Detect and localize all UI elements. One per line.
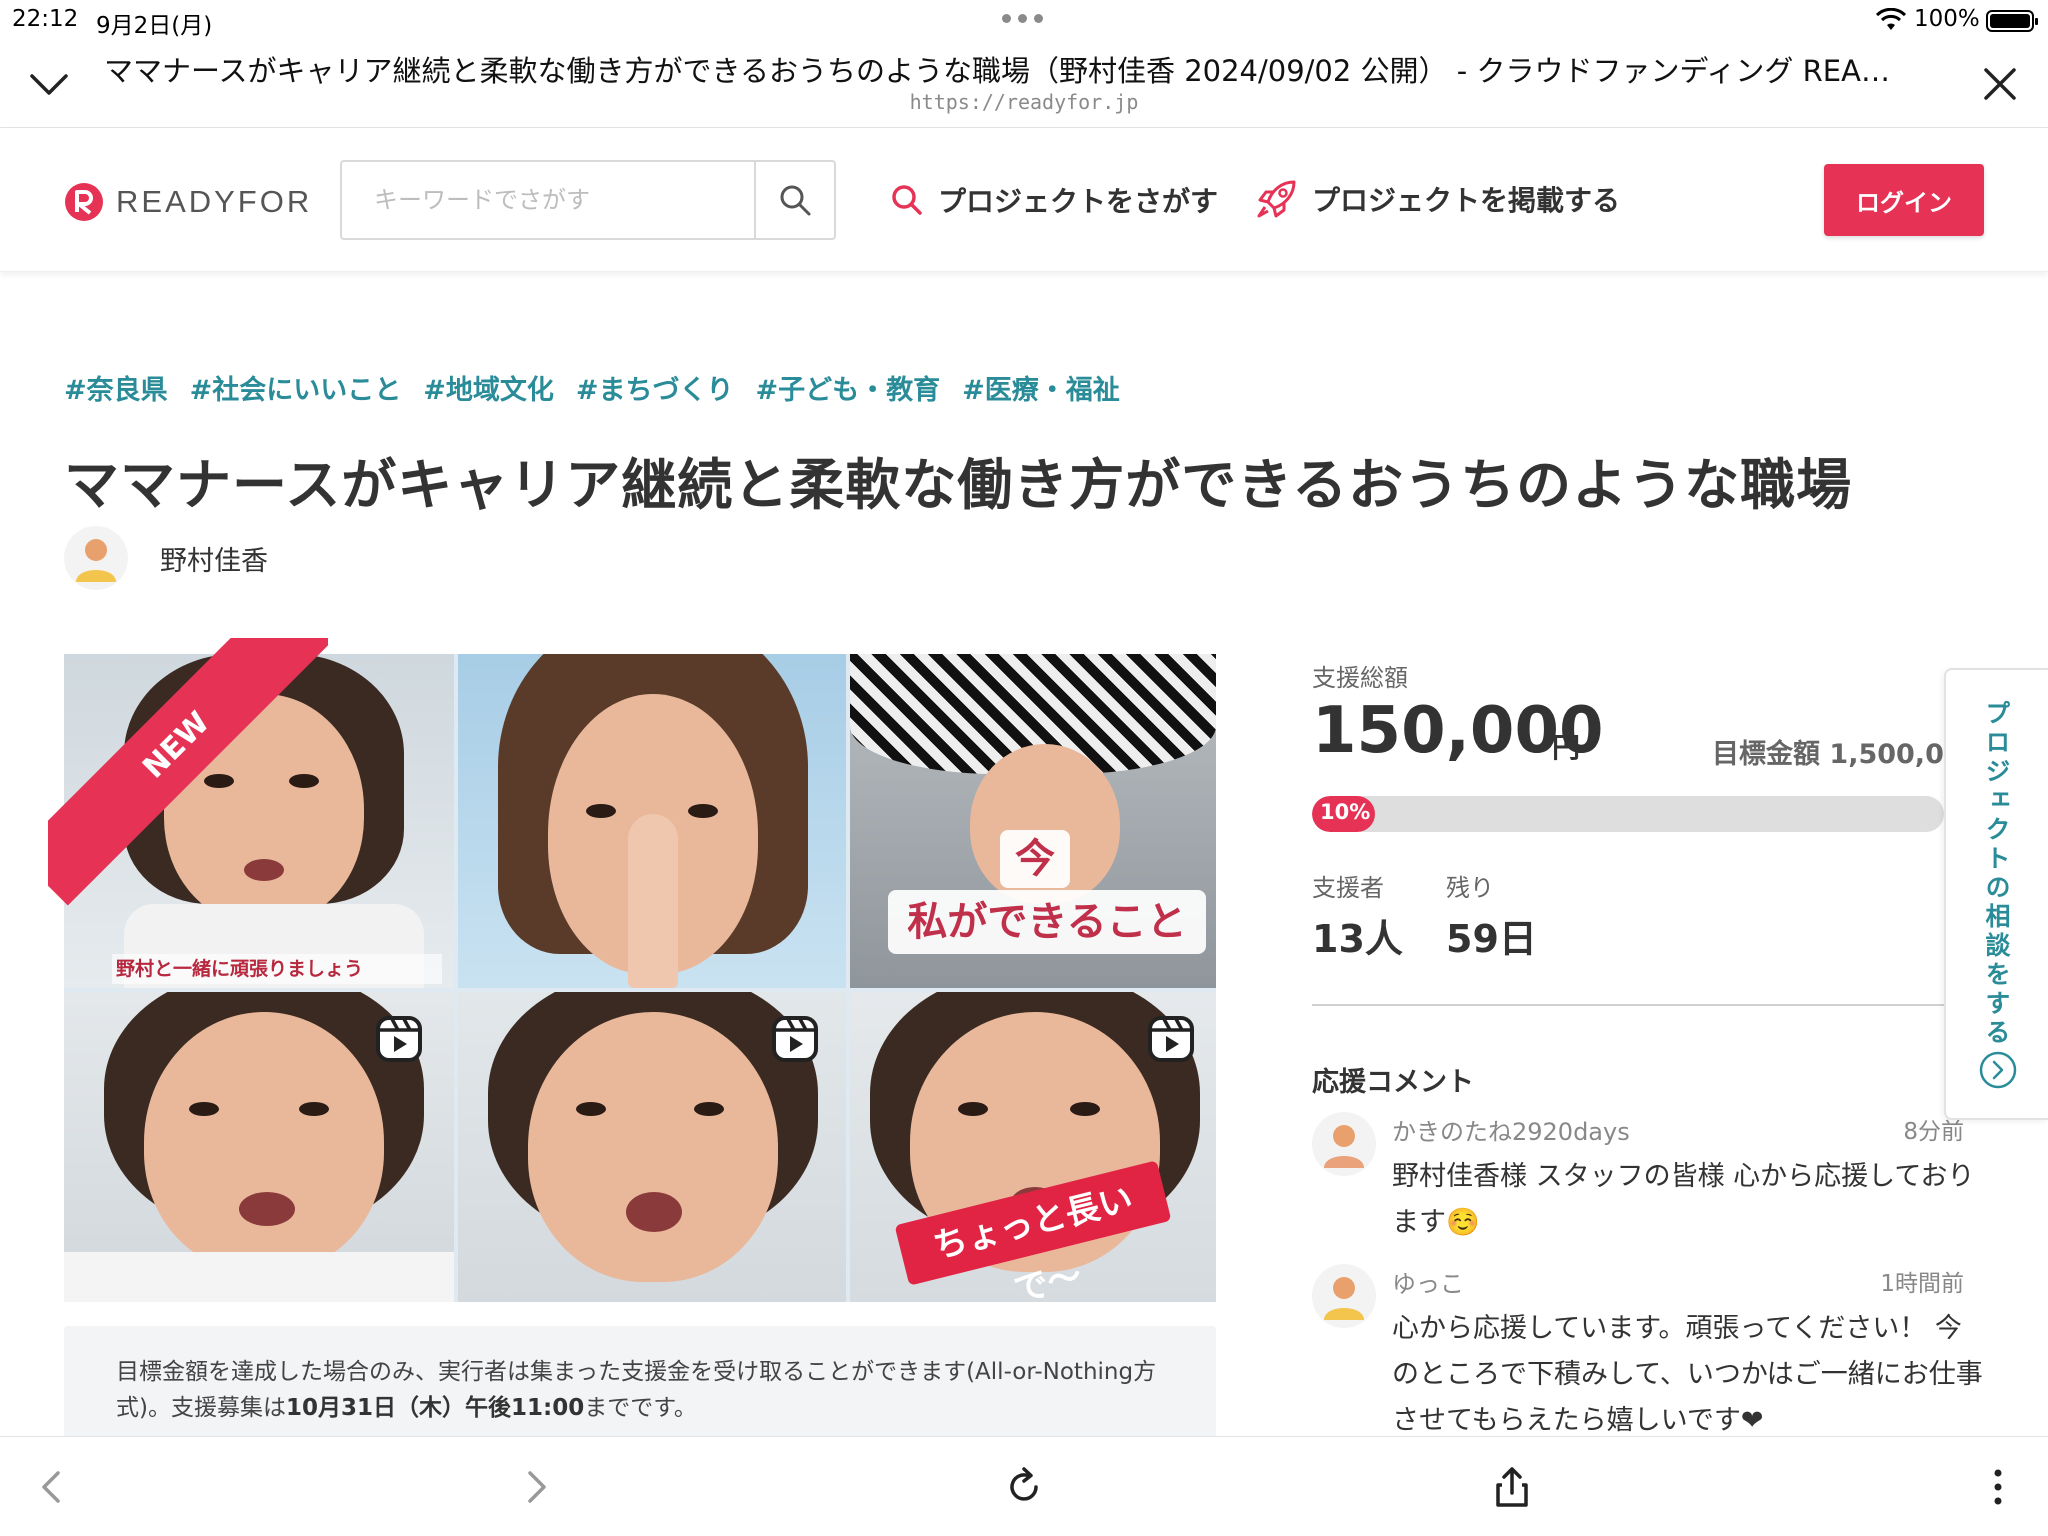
search-box — [340, 160, 836, 240]
avatar — [1312, 1112, 1376, 1176]
consult-label: プロジェクトの相談をする — [1982, 700, 2011, 1048]
tag-link[interactable]: #奈良県 — [64, 368, 168, 407]
battery-percent: 100% — [1914, 6, 1980, 32]
readyfor-logo-mark-icon — [65, 183, 103, 221]
circle-arrow-right-icon — [1979, 1051, 2017, 1089]
divider — [1312, 1004, 1944, 1006]
comment-item[interactable]: ゆっこ 1時間前 心から応援しています。頑張ってください！ 今のところで下積みし… — [1312, 1264, 1984, 1436]
video-reel-icon — [376, 1016, 422, 1062]
wifi-icon — [1876, 8, 1906, 30]
collage-tile: 今 私ができること — [850, 654, 1216, 988]
comment-item[interactable]: かきのたね2920days 8分前 野村佳香様 スタッフの皆様 心から応援してお… — [1312, 1112, 1984, 1262]
tag-link[interactable]: #地域文化 — [423, 368, 554, 407]
video-reel-icon — [772, 1016, 818, 1062]
close-icon[interactable] — [1978, 62, 2022, 106]
collage-tile: ちょっと長いで〜 — [850, 992, 1216, 1302]
tag-link[interactable]: #医療・福祉 — [962, 368, 1120, 407]
image-caption: 今 — [1000, 830, 1070, 888]
status-time: 22:12 — [12, 6, 79, 32]
image-caption: 私ができること — [888, 890, 1206, 954]
collage-tile — [458, 992, 846, 1302]
readyfor-logo[interactable]: READYFOR — [64, 182, 312, 222]
url-text[interactable]: https://readyfor.jp — [0, 90, 2048, 114]
more-icon[interactable] — [1974, 1463, 2022, 1511]
progress-percent: 10% — [1320, 800, 1371, 824]
new-badge: NEW — [48, 638, 328, 906]
user-icon — [1324, 1125, 1364, 1168]
rocket-icon — [1257, 180, 1296, 218]
tag-link[interactable]: #まちづくり — [576, 368, 734, 407]
search-icon — [892, 185, 922, 215]
login-button[interactable]: ログイン — [1824, 164, 1984, 236]
tag-link[interactable]: #社会にいいこと — [190, 368, 402, 407]
nav-find-label: プロジェクトをさがす — [938, 185, 1219, 218]
goal-label: 目標金額 — [1712, 739, 1820, 770]
remaining-label: 残り — [1446, 874, 1494, 902]
page-title-bar: ママナースがキャリア継続と柔軟な働き方ができるおうちのような職場（野村佳香 20… — [104, 54, 1890, 88]
comment-user[interactable]: かきのたね2920days — [1392, 1112, 1630, 1147]
comment-user[interactable]: ゆっこ — [1392, 1264, 1464, 1299]
user-icon — [76, 539, 116, 582]
nav-post-project[interactable]: プロジェクトを掲載する — [1256, 178, 1620, 220]
browser-bar: ママナースがキャリア継続と柔軟な働き方ができるおうちのような職場（野村佳香 20… — [0, 40, 2048, 128]
avatar — [64, 526, 128, 590]
remaining-days: 59日 — [1446, 917, 1537, 961]
amount-unit: 円 — [1552, 731, 1581, 764]
user-icon — [1324, 1277, 1364, 1320]
search-input[interactable] — [342, 162, 754, 238]
supporters-count: 13人 — [1312, 917, 1403, 961]
comments-heading: 応援コメント — [1312, 1067, 1474, 1098]
consult-side-tab[interactable]: プロジェクトの相談をする — [1944, 668, 2048, 1120]
tag-link[interactable]: #子ども・教育 — [756, 368, 941, 407]
notice-deadline: 10月31日（木）午後11:00 — [285, 1395, 585, 1421]
progress-bar — [1312, 796, 1944, 832]
search-icon — [780, 185, 811, 216]
nav-post-label: プロジェクトを掲載する — [1312, 184, 1621, 217]
back-icon[interactable] — [28, 1463, 76, 1511]
project-owner[interactable]: 野村佳香 — [64, 526, 268, 590]
collage-tile — [64, 992, 454, 1302]
forward-icon[interactable] — [512, 1463, 560, 1511]
browser-toolbar — [0, 1436, 2048, 1536]
status-bar: 22:12 9月2日(月) 100% — [0, 0, 2048, 40]
site-header: READYFOR プロジェクトをさがす プロジェクトを掲載する ログイン — [0, 128, 2048, 272]
notice-text-end: までです。 — [584, 1395, 697, 1421]
comment-text: 心から応援しています。頑張ってください！ 今のところで下積みして、いつかはご一緒… — [1392, 1313, 1983, 1436]
avatar — [1312, 1264, 1376, 1328]
video-reel-icon — [1148, 1016, 1194, 1062]
goal-value: 1,500,000円 — [1829, 739, 1944, 770]
new-ribbon: NEW — [48, 638, 328, 918]
share-icon[interactable] — [1488, 1463, 1536, 1511]
total-label: 支援総額 — [1312, 664, 1408, 692]
status-date: 9月2日(月) — [96, 13, 213, 39]
collage-tile — [458, 654, 846, 988]
nav-find-projects[interactable]: プロジェクトをさがす — [890, 180, 1218, 220]
goal-amount: 目標金額 1,500,000円 — [1712, 732, 1944, 771]
project-title: ママナースがキャリア継続と柔軟な働き方ができるおうちのような職場 — [64, 453, 1853, 517]
comment-time: 1時間前 — [1880, 1271, 1964, 1297]
comment-text: 野村佳香様 スタッフの皆様 心から応援しております☺️ — [1392, 1161, 1975, 1238]
logo-text: READYFOR — [116, 184, 313, 219]
battery-icon — [1986, 10, 2038, 32]
search-button[interactable] — [754, 162, 834, 238]
owner-name: 野村佳香 — [160, 545, 268, 577]
image-caption: 野村と一緒に頑張りましょう — [112, 954, 442, 984]
tag-list: #奈良県 #社会にいいこと #地域文化 #まちづくり #子ども・教育 #医療・福… — [64, 368, 1142, 407]
reload-icon[interactable] — [1000, 1463, 1048, 1511]
multitask-dots-icon[interactable] — [1002, 14, 1046, 24]
supporters-label: 支援者 — [1312, 874, 1384, 902]
